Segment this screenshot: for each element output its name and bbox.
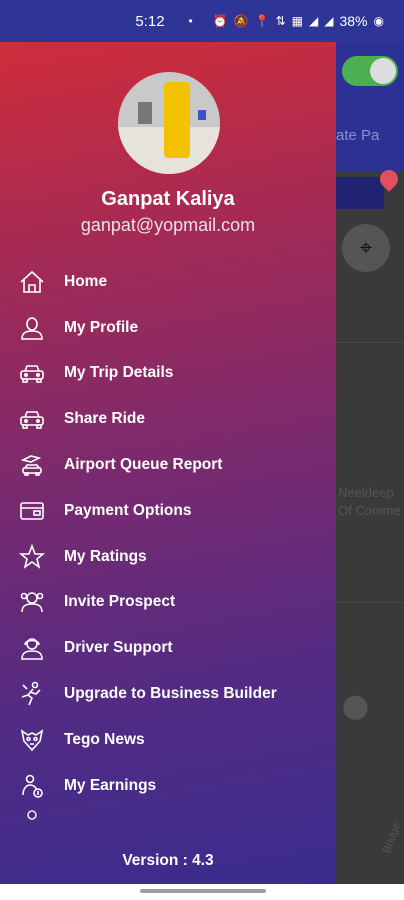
volte-icon: ▦ <box>291 14 304 28</box>
user-name: Ganpat Kaliya <box>101 188 235 210</box>
news-icon <box>0 717 64 762</box>
map-marker-icon: ⬤ <box>342 693 369 720</box>
map-road <box>336 342 404 343</box>
menu-item-label: Driver Support <box>64 639 173 657</box>
battery-text: 38% <box>339 13 368 29</box>
card-icon <box>0 488 64 533</box>
menu-item-label: Invite Prospect <box>64 593 176 611</box>
earnings-icon <box>0 763 64 808</box>
upgrade-icon <box>0 672 64 717</box>
menu-item-upgrade-to-business-builder[interactable]: Upgrade to Business Builder <box>0 671 336 717</box>
menu-item-my-earnings[interactable]: My Earnings <box>0 763 336 809</box>
background-tab[interactable]: ate Pa <box>336 127 379 144</box>
map-road <box>336 602 404 603</box>
car-icon <box>0 351 64 396</box>
menu-item-invite-prospect[interactable]: Invite Prospect <box>0 580 336 626</box>
menu-item-label: Payment Options <box>64 501 192 519</box>
drawer-menu: Home My Profile My Trip Details Share Ri… <box>0 259 336 823</box>
map-label-text: Neeldeep Of Comme <box>338 485 401 518</box>
menu-item-share-ride[interactable]: Share Ride <box>0 396 336 442</box>
signal-icon-2: ◢ <box>324 14 334 28</box>
menu-item-payment-options[interactable]: Payment Options <box>0 488 336 534</box>
navigation-drawer: Ganpat Kaliya ganpat@yopmail.com Home My… <box>0 42 336 884</box>
next-item-icon <box>0 809 64 823</box>
menu-item-label: Home <box>64 272 108 290</box>
app-version: Version : 4.3 <box>122 852 214 869</box>
menu-item-label: My Profile <box>64 318 139 336</box>
online-toggle[interactable] <box>342 56 398 86</box>
map-label: Neeldeep Of Comme <box>338 484 401 520</box>
airport-icon <box>0 443 64 488</box>
star-icon <box>0 534 64 579</box>
menu-item-label: Tego News <box>64 730 145 748</box>
invite-icon <box>0 580 64 625</box>
system-nav-bar <box>0 884 404 900</box>
menu-item-tego-news[interactable]: Tego News <box>0 717 336 763</box>
status-time: 5:12 <box>135 12 165 30</box>
home-gesture-handle[interactable] <box>140 889 266 893</box>
menu-item-my-profile[interactable]: My Profile <box>0 305 336 351</box>
menu-item-label: My Ratings <box>64 547 147 565</box>
menu-item-label: Share Ride <box>64 410 145 428</box>
home-icon <box>0 259 64 304</box>
car-icon <box>0 397 64 442</box>
background-field[interactable] <box>336 177 384 209</box>
menu-item-home[interactable]: Home <box>0 259 336 305</box>
menu-item-driver-support[interactable]: Driver Support <box>0 625 336 671</box>
menu-item-airport-queue-report[interactable]: Airport Queue Report <box>0 442 336 488</box>
location-icon: 📍 <box>254 14 270 28</box>
alarm-icon: ⏰ <box>212 14 228 28</box>
menu-item-my-ratings[interactable]: My Ratings <box>0 534 336 580</box>
menu-item-label: My Trip Details <box>64 364 174 382</box>
background-header: ate Pa <box>336 42 404 172</box>
avatar[interactable] <box>118 72 220 174</box>
menu-item-label: My Earnings <box>64 776 157 794</box>
menu-item-my-trip-details[interactable]: My Trip Details <box>0 351 336 397</box>
status-dot: • <box>188 14 193 28</box>
battery-icon: ◉ <box>373 14 384 28</box>
signal-icon: ◢ <box>309 14 319 28</box>
support-icon <box>0 626 64 671</box>
locate-icon[interactable]: ⌖ <box>342 224 390 272</box>
user-email: ganpat@yopmail.com <box>80 215 256 235</box>
menu-item-cut-off[interactable] <box>0 809 336 823</box>
background-map-screen: ate Pa ⌖ Neeldeep Of Comme ⬤ Bridge <box>336 42 404 884</box>
map-label-small: Bridge <box>380 821 403 855</box>
menu-item-label: Airport Queue Report <box>64 456 223 474</box>
mute-icon: 🔕 <box>233 14 249 28</box>
profile-icon <box>0 305 64 350</box>
menu-item-label: Upgrade to Business Builder <box>64 685 277 703</box>
data-icon: ⇅ <box>275 14 286 28</box>
status-bar: 5:12 • ⏰ 🔕 📍 ⇅ ▦ ◢ ◢ 38% ◉ <box>0 0 404 42</box>
